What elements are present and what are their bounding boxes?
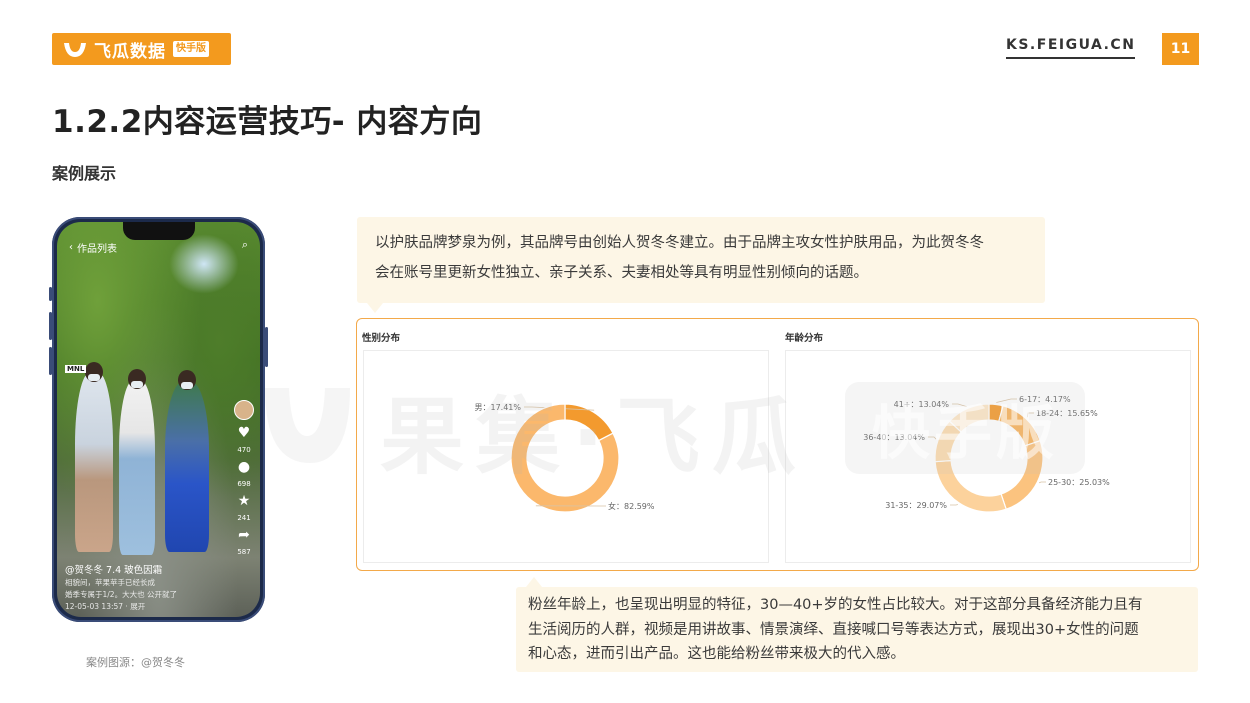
age-chart-title: 年龄分布 — [785, 333, 824, 344]
slice-leader-line — [996, 398, 1017, 403]
fan-profile-panel: 性别分布 年龄分布 男：17.41% 女：82.59% 6-17：4.17% 18-… — [356, 318, 1199, 571]
gender-chart-box: 男：17.41% 女：82.59% — [363, 350, 769, 563]
phone-notch — [122, 222, 195, 240]
star-icon[interactable]: ★ — [238, 494, 251, 508]
like-count: 470 — [237, 446, 251, 454]
creator-avatar[interactable] — [234, 400, 254, 420]
analysis-callout-line: 和心态，进而引出产品。这也能给粉丝带来极大的代入感。 — [528, 646, 905, 662]
video-screen[interactable]: ‹ 作品列表 ⌕ MNL ♥ 470 ● 698 ★ 241 ➦ 587 @贺冬… — [57, 222, 260, 617]
gender-chart-title: 性别分布 — [362, 333, 401, 344]
video-desc-line: 婚季专属于1/2。大大也 公开就了 — [65, 590, 177, 599]
slice-label: 6-17：4.17% — [1019, 395, 1071, 404]
watermark-logo-icon — [265, 388, 350, 463]
phone-volume-up-button — [49, 312, 52, 340]
person-figure — [165, 382, 209, 552]
analysis-callout: 粉丝年龄上，也呈现出明显的特征，30—40+岁的女性占比较大。对于这部分具备经济… — [516, 577, 1198, 672]
slice-leader-line — [1038, 481, 1046, 484]
slice-leader-line — [952, 403, 967, 408]
analysis-callout-line: 生活阅历的人群，视频是用讲故事、情景演绎、直接喊口号等表达方式，展现出30+女性… — [528, 621, 1139, 638]
site-url[interactable]: KS.FEIGUA.CN — [1006, 37, 1136, 59]
share-icon[interactable]: ➦ — [238, 528, 250, 542]
image-source-note: 案例图源：@贺冬冬 — [86, 656, 185, 669]
donut-slice — [998, 405, 1041, 447]
slice-label: 25-30：25.03% — [1048, 478, 1110, 487]
video-nav-label: 作品列表 — [77, 244, 117, 255]
search-icon[interactable]: ⌕ — [242, 238, 248, 252]
slice-label: 男：17.41% — [474, 403, 521, 412]
video-desc-line: 12-05-03 13:57 · 展开 — [65, 602, 146, 611]
donut-slice — [1000, 439, 1044, 510]
feigua-logo-icon — [64, 43, 86, 57]
face-mask — [181, 382, 193, 389]
intro-callout: 以护肤品牌梦泉为例，其品牌号由创始人贺冬冬建立。由于品牌主攻女性护肤用品，为此贺… — [357, 217, 1045, 313]
brand-logo[interactable]: 飞瓜数据 快手版 — [52, 33, 231, 65]
share-count: 587 — [237, 548, 251, 556]
analysis-callout-line: 粉丝年龄上，也呈现出明显的特征，30—40+岁的女性占比较大。对于这部分具备经济… — [528, 597, 1143, 613]
slice-leader-line — [928, 436, 937, 440]
intro-callout-line: 以护肤品牌梦泉为例，其品牌号由创始人贺冬冬建立。由于品牌主攻女性护肤用品，为此贺… — [375, 235, 984, 251]
page-title: 1.2.2内容运营技巧- 内容方向 — [52, 104, 483, 140]
comment-count: 698 — [237, 480, 251, 488]
slice-label: 女：82.59% — [608, 501, 655, 511]
video-sky — [168, 234, 239, 294]
video-nav[interactable]: ‹ 作品列表 — [69, 240, 117, 255]
face-mask — [131, 381, 143, 388]
age-donut-chart: 6-17：4.17% 18-24：15.65% 25-30：25.03% 31-35：… — [863, 395, 1110, 513]
phone-power-button — [265, 327, 268, 367]
intro-callout-line: 会在账号里更新女性独立、亲子关系、夫妻相处等具有明显性别倾向的话题。 — [375, 265, 868, 281]
video-tag: MNL — [65, 365, 87, 373]
logo-text: 飞瓜数据 — [94, 41, 166, 62]
slice-label: 36-40：13.04% — [863, 433, 925, 442]
section-subtitle: 案例展示 — [52, 164, 117, 183]
favorite-count: 241 — [237, 514, 251, 522]
video-handle[interactable]: @贺冬冬 7.4 玻色因霜 — [65, 562, 162, 576]
donut-slice — [564, 403, 614, 442]
phone-side-button — [49, 287, 52, 301]
back-chevron-icon[interactable]: ‹ — [69, 242, 73, 253]
person-figure — [119, 380, 155, 555]
video-description: 相貌间，苹果苹手已经长成 婚季专属于1/2。大大也 公开就了 12-05-03 … — [65, 577, 235, 613]
page-number: 11 — [1162, 33, 1199, 65]
phone-mockup: ‹ 作品列表 ⌕ MNL ♥ 470 ● 698 ★ 241 ➦ 587 @贺冬… — [49, 217, 268, 622]
logo-badge: 快手版 — [173, 41, 209, 57]
phone-volume-down-button — [49, 347, 52, 375]
heart-icon[interactable]: ♥ — [238, 426, 251, 440]
face-mask — [88, 374, 100, 381]
person-figure — [75, 372, 113, 552]
comment-icon[interactable]: ● — [238, 460, 250, 474]
gender-donut-chart: 男：17.41% 女：82.59% — [474, 403, 655, 513]
video-desc-line: 相貌间，苹果苹手已经长成 — [65, 578, 155, 587]
slice-leader-line — [1026, 412, 1034, 418]
slice-label: 41+：13.04% — [894, 400, 950, 409]
age-chart-box: 6-17：4.17% 18-24：15.65% 25-30：25.03% 31-35：… — [785, 350, 1191, 563]
video-action-bar: ♥ 470 ● 698 ★ 241 ➦ 587 — [234, 400, 254, 556]
slice-label: 18-24：15.65% — [1036, 409, 1098, 418]
slice-label: 31-35：29.07% — [885, 501, 947, 510]
